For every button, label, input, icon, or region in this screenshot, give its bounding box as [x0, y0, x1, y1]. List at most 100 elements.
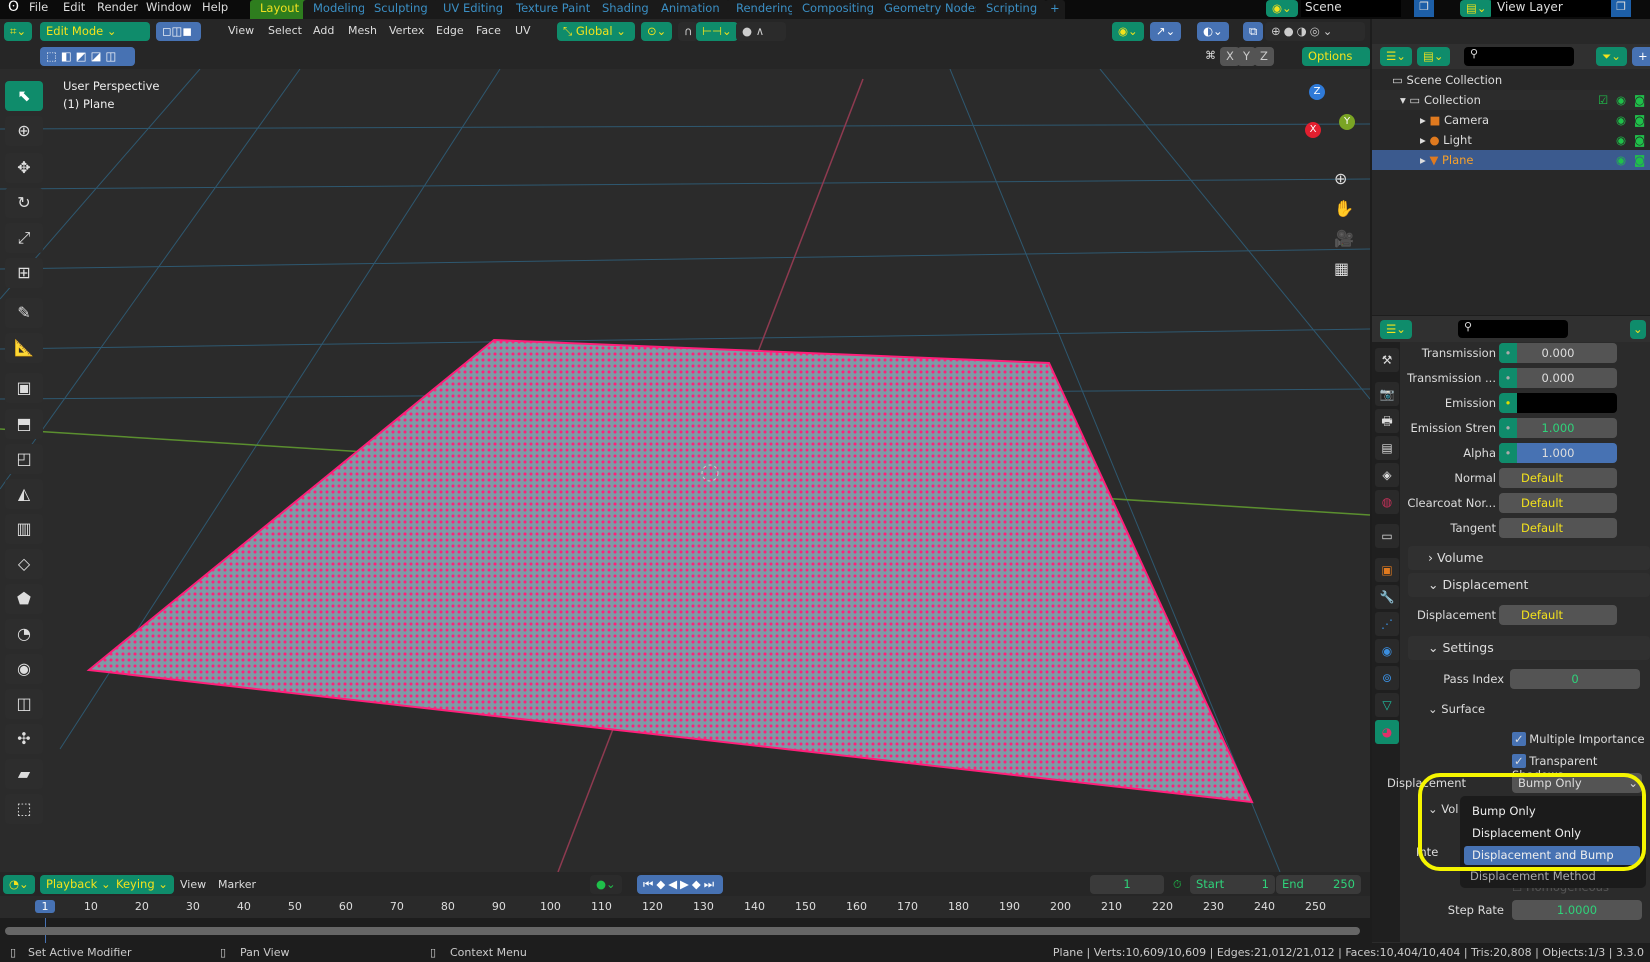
eye-icon[interactable]: ◉	[1616, 130, 1626, 150]
rip-tool-icon[interactable]: ⬚	[5, 794, 43, 824]
menu-mesh[interactable]: Mesh	[348, 24, 377, 37]
gizmo-y[interactable]: Y	[1339, 114, 1355, 130]
step-rate-field[interactable]: 1.0000	[1512, 900, 1642, 920]
tab-layout[interactable]: Layout	[250, 0, 310, 19]
menu-view[interactable]: View	[228, 24, 254, 37]
frame-ruler[interactable]: 1 10 20 30 40 50 60 70 80 90 100 110 120 130 140 150 160…	[0, 896, 1370, 918]
scene-selector-icon[interactable]: ◉⌄	[1266, 0, 1298, 17]
render-camera-icon[interactable]: ◙	[1634, 130, 1645, 150]
3d-viewport[interactable]: User Perspective (1) Plane Z Y X ⊕ ✋ 🎥 ▦	[0, 69, 1370, 872]
menu-face[interactable]: Face	[476, 24, 501, 37]
alpha-field[interactable]: • 1.000	[1499, 443, 1617, 463]
displacement-method-dropdown[interactable]: Bump Only ⌄	[1512, 773, 1642, 793]
gizmo-icon[interactable]: ↗⌄	[1150, 22, 1182, 41]
perspective-grid-icon[interactable]: ▦	[1334, 259, 1349, 278]
shear-tool-icon[interactable]: ▰	[5, 759, 43, 789]
playback-controls[interactable]: ⏮◆◀▶◆⏭	[637, 875, 724, 894]
gizmo-z[interactable]: Z	[1309, 84, 1325, 100]
transmission-roughness-field[interactable]: • 0.000	[1499, 368, 1617, 388]
material-tab-icon[interactable]: ◕	[1375, 720, 1399, 744]
zoom-icon[interactable]: ⊕	[1334, 169, 1347, 188]
auto-keying-icon[interactable]: ●⌄	[590, 875, 622, 894]
transform-orientation-dropdown[interactable]: ⤡ Global ⌄	[557, 22, 635, 41]
proportional-editing-icon[interactable]: ● ∧	[736, 22, 786, 41]
emission-strength-field[interactable]: • 1.000	[1499, 418, 1617, 438]
scale-tool-icon[interactable]: ⤢	[5, 223, 43, 253]
viewport-canvas[interactable]	[0, 69, 1370, 872]
new-collection-icon[interactable]: +	[1632, 47, 1650, 66]
emission-color-field[interactable]: •	[1499, 393, 1617, 413]
navigation-gizmo[interactable]: Z Y X	[1275, 84, 1355, 154]
camera-view-icon[interactable]: 🎥	[1334, 229, 1354, 248]
option-bump-only[interactable]: Bump Only	[1464, 802, 1640, 821]
clearcoat-normal-field[interactable]: Default	[1499, 493, 1617, 513]
scene-name-field[interactable]: Scene	[1301, 0, 1401, 17]
extrude-tool-icon[interactable]: ⬒	[5, 409, 43, 439]
shading-mode-buttons[interactable]: ⊕●◑◎⌄	[1265, 22, 1365, 41]
menu-add[interactable]: Add	[313, 24, 334, 37]
mode-selector[interactable]: Edit Mode ⌄	[40, 22, 150, 41]
view-layer-icon[interactable]: ▤⌄	[1460, 0, 1493, 17]
displacement-panel-header[interactable]: ⌄ Displacement	[1408, 573, 1650, 597]
expand-icon[interactable]: ▸	[1420, 113, 1426, 127]
playback-menu[interactable]: Playback ⌄	[40, 875, 117, 894]
render-camera-icon[interactable]: ◙	[1634, 150, 1645, 170]
menu-vertex[interactable]: Vertex	[389, 24, 424, 37]
keying-menu[interactable]: Keying ⌄	[110, 875, 174, 894]
start-frame-field[interactable]: Start 1	[1190, 875, 1275, 894]
select-box-tool-icon[interactable]: ⬉	[5, 81, 43, 111]
eye-icon[interactable]: ◉	[1616, 90, 1626, 110]
new-scene-icon[interactable]: ❐	[1414, 0, 1434, 17]
transmission-field[interactable]: • 0.000	[1499, 343, 1617, 363]
annotate-tool-icon[interactable]: ✎	[5, 298, 43, 328]
menu-window[interactable]: Window	[146, 0, 191, 19]
shrink-fatten-tool-icon[interactable]: ✣	[5, 724, 43, 754]
add-workspace-button[interactable]: +	[1045, 0, 1065, 19]
menu-help[interactable]: Help	[202, 0, 228, 19]
option-displacement-only[interactable]: Displacement Only	[1464, 824, 1640, 843]
display-mode-icon[interactable]: ☰⌄	[1380, 47, 1412, 66]
outliner-item-light[interactable]: ▸ ● Light ◉ ◙	[1372, 130, 1650, 150]
tab-animation[interactable]: Animation	[651, 0, 730, 19]
tab-geometry-nodes[interactable]: Geometry Nodes	[874, 0, 992, 19]
new-view-layer-icon[interactable]: ❐	[1611, 0, 1631, 17]
menu-render[interactable]: Render	[97, 0, 138, 19]
settings-panel-header[interactable]: ⌄ Settings	[1408, 636, 1650, 660]
tab-scripting[interactable]: Scripting	[976, 0, 1048, 19]
timeline-scrollbar[interactable]	[5, 927, 1360, 935]
end-frame-field[interactable]: End 250	[1276, 875, 1361, 894]
tab-compositing[interactable]: Compositing	[792, 0, 885, 19]
expand-icon[interactable]: ▾	[1400, 93, 1406, 107]
gizmo-x[interactable]: X	[1305, 122, 1321, 138]
loop-cut-tool-icon[interactable]: ▥	[5, 514, 43, 544]
smooth-tool-icon[interactable]: ◉	[5, 654, 43, 684]
editor-type-icon[interactable]: ⌗⌄	[4, 22, 33, 41]
tab-texture-paint[interactable]: Texture Paint	[506, 0, 601, 19]
render-camera-icon[interactable]: ◙	[1634, 110, 1645, 130]
inset-tool-icon[interactable]: ◰	[5, 444, 43, 474]
menu-uv[interactable]: UV	[515, 24, 531, 37]
volume-panel-header[interactable]: › Volume	[1408, 546, 1650, 570]
menu-file[interactable]: File	[29, 0, 48, 19]
data-tab-icon[interactable]: ▽	[1375, 693, 1399, 717]
pan-hand-icon[interactable]: ✋	[1334, 199, 1354, 218]
editor-type-icon[interactable]: ☰⌄	[1380, 320, 1412, 339]
poly-build-tool-icon[interactable]: ⬟	[5, 584, 43, 614]
timeline-view-menu[interactable]: View	[180, 878, 206, 891]
move-tool-icon[interactable]: ✥	[5, 153, 43, 183]
checkbox-icon[interactable]: ☑	[1598, 90, 1608, 110]
volume-subpanel[interactable]: ⌄ Vol	[1428, 802, 1459, 816]
outliner-collection[interactable]: ▾ ▭ Collection ☑ ◉ ◙	[1372, 90, 1650, 110]
object-tab-icon[interactable]: ▣	[1375, 558, 1399, 582]
outliner-scene-collection[interactable]: ▭ Scene Collection	[1372, 70, 1650, 90]
displacement-field[interactable]: Default	[1499, 605, 1617, 625]
menu-edge[interactable]: Edge	[436, 24, 464, 37]
current-frame-field[interactable]: 1	[1090, 875, 1164, 894]
menu-edit[interactable]: Edit	[63, 0, 85, 19]
modifier-tab-icon[interactable]: 🔧	[1375, 585, 1399, 609]
eye-icon[interactable]: ◉	[1616, 150, 1626, 170]
cursor-tool-icon[interactable]: ⊕	[5, 116, 43, 146]
eye-icon[interactable]: ◉	[1616, 110, 1626, 130]
add-cube-tool-icon[interactable]: ▣	[5, 373, 43, 403]
view-layer-field[interactable]: View Layer	[1491, 0, 1611, 17]
